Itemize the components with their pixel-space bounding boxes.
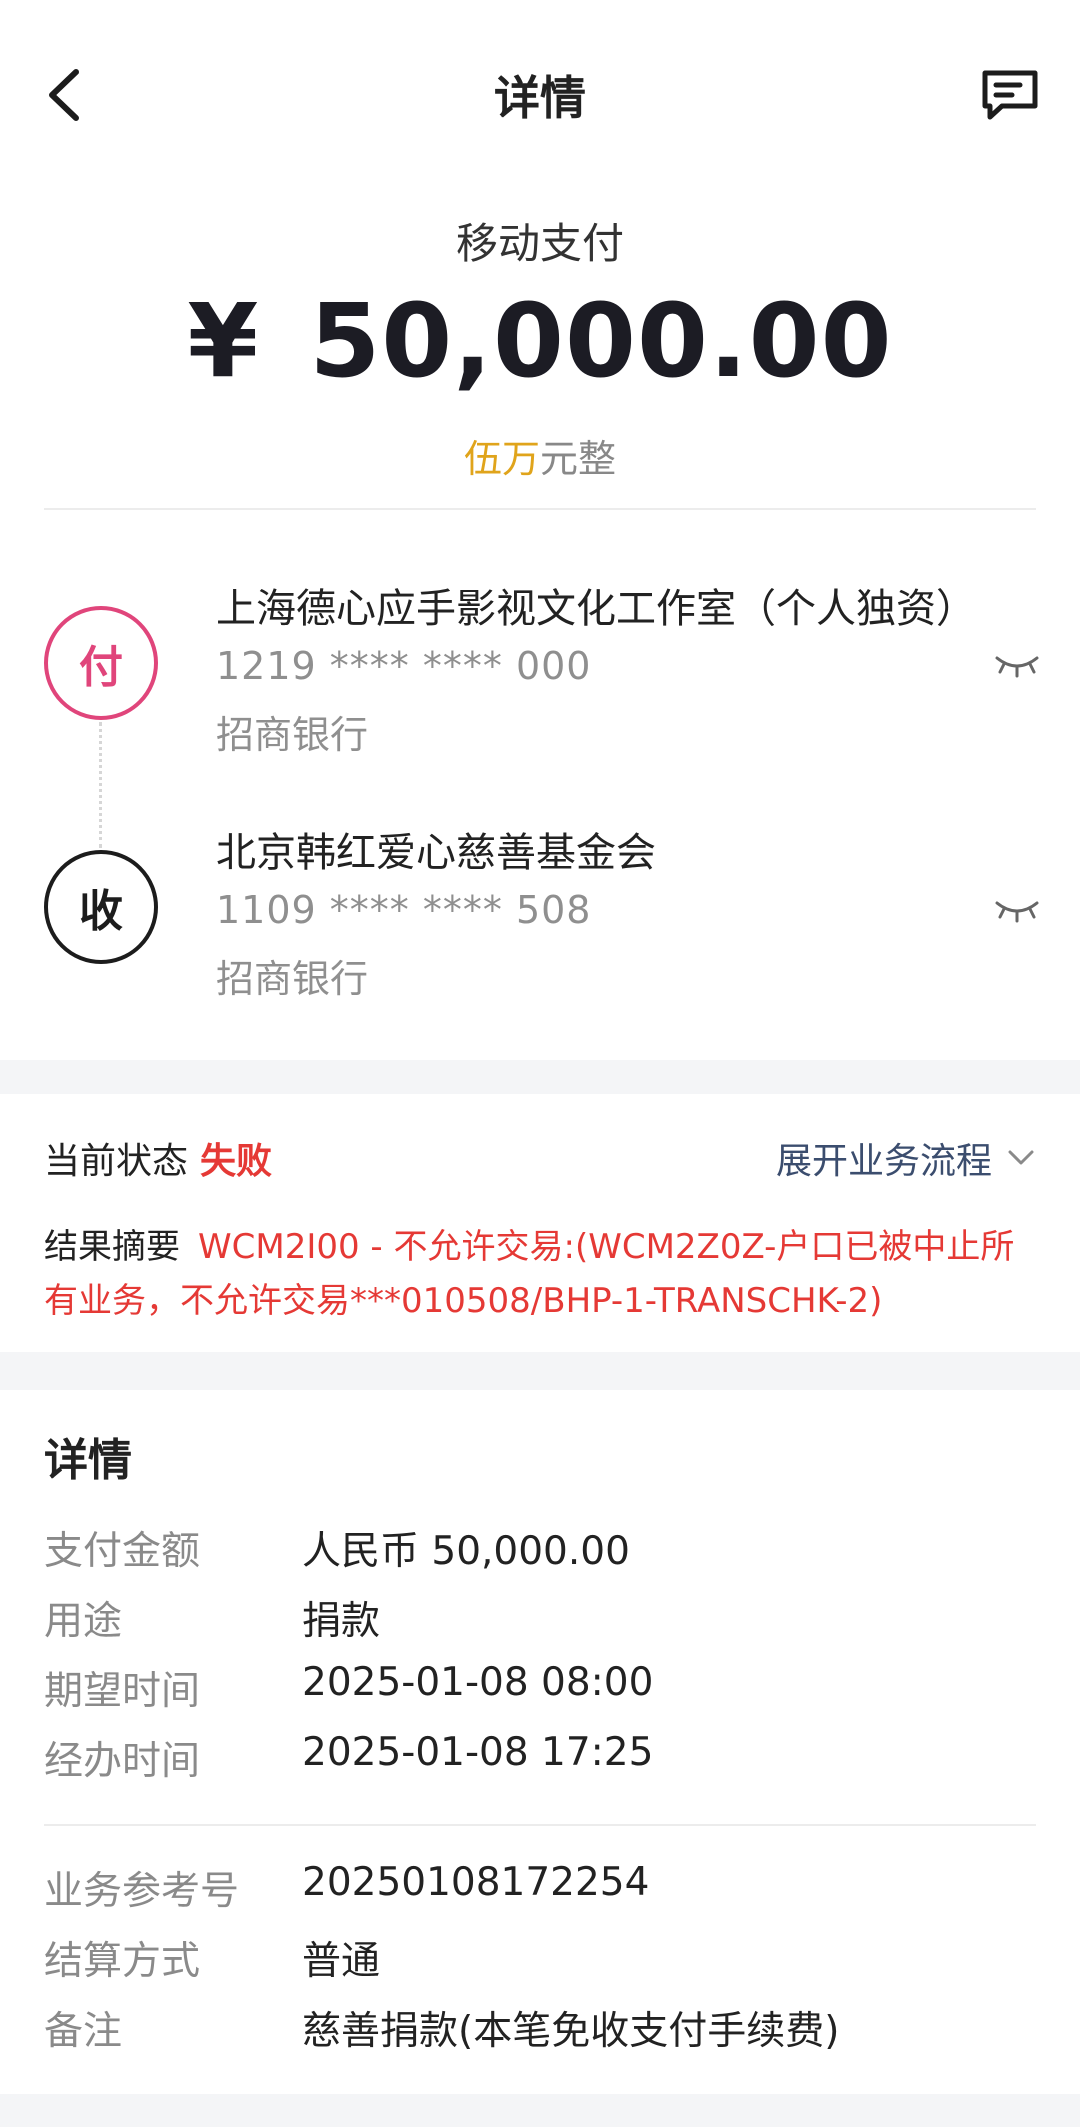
row-value-purpose: 捐款 <box>302 1599 381 1644</box>
result-summary: 结果摘要 WCM2I00 - 不允许交易:(WCM2Z0Z-户口已被中止所有业务，… <box>44 1220 1040 1328</box>
divider <box>44 508 1036 510</box>
expand-process-button[interactable]: 展开业务流程 <box>776 1132 1036 1184</box>
amount-in-words: 伍万元整 <box>0 428 1080 483</box>
eye-closed-icon <box>995 901 1039 923</box>
amount-words-rest: 元整 <box>540 437 617 481</box>
status-label: 当前状态 <box>44 1141 189 1182</box>
details-section-title: 详情 <box>44 1435 132 1486</box>
divider <box>44 1824 1036 1826</box>
payer-bank: 招商银行 <box>216 713 369 757</box>
transaction-detail-page: 详情 移动支付 ¥50,000.00 伍万元整 付 上海德心应手影视文化工作室（… <box>0 0 1080 2127</box>
payer-name: 上海德心应手影视文化工作室（个人独资） <box>216 586 976 632</box>
payee-name: 北京韩红爱心慈善基金会 <box>216 830 656 876</box>
payer-badge: 付 <box>44 606 158 720</box>
payee-show-account-button[interactable] <box>994 895 1040 925</box>
message-icon <box>982 70 1038 120</box>
row-label-settlement: 结算方式 <box>44 1939 201 1984</box>
expand-process-label: 展开业务流程 <box>775 1141 992 1182</box>
page-title: 详情 <box>494 71 586 125</box>
payee-bank: 招商银行 <box>216 957 369 1001</box>
eye-closed-icon <box>995 656 1039 678</box>
payment-type: 移动支付 <box>455 219 624 268</box>
row-value-reference: 20250108172254 <box>302 1860 650 1905</box>
chevron-down-icon <box>1008 1150 1034 1165</box>
row-label-amount: 支付金额 <box>44 1529 201 1574</box>
status-badge: 失败 <box>200 1141 273 1182</box>
row-label-reference: 业务参考号 <box>44 1869 240 1914</box>
amount-display: ¥50,000.00 <box>0 282 1080 401</box>
row-value-remark: 慈善捐款(本笔免收支付手续费) <box>302 2009 840 2054</box>
section-separator <box>0 1060 1080 1094</box>
row-label-purpose: 用途 <box>44 1599 123 1644</box>
payer-account: 1219 **** **** 000 <box>216 644 592 688</box>
row-value-amount: 人民币 50,000.00 <box>302 1529 630 1574</box>
row-label-remark: 备注 <box>44 2009 123 2054</box>
row-value-settlement: 普通 <box>302 1939 381 1984</box>
currency-symbol: ¥ <box>187 282 260 401</box>
payee-account: 1109 **** **** 508 <box>216 888 592 932</box>
amount-words-highlight: 伍万 <box>463 437 540 481</box>
row-label-processed-time: 经办时间 <box>44 1739 201 1784</box>
message-button[interactable] <box>980 68 1040 122</box>
top-bar: 详情 <box>0 0 1080 190</box>
payee-badge: 收 <box>44 850 158 964</box>
section-separator <box>0 1352 1080 1390</box>
row-value-expected-time: 2025-01-08 08:00 <box>302 1660 654 1705</box>
section-separator <box>0 2094 1080 2127</box>
amount-value: 50,000.00 <box>309 282 893 401</box>
payer-show-account-button[interactable] <box>994 650 1040 680</box>
party-connector <box>99 722 102 848</box>
result-label: 结果摘要 <box>44 1227 180 1267</box>
row-label-expected-time: 期望时间 <box>44 1669 201 1714</box>
row-value-processed-time: 2025-01-08 17:25 <box>302 1730 654 1775</box>
result-text: WCM2I00 - 不允许交易:(WCM2Z0Z-户口已被中止所有业务，不允许交… <box>44 1227 1015 1321</box>
